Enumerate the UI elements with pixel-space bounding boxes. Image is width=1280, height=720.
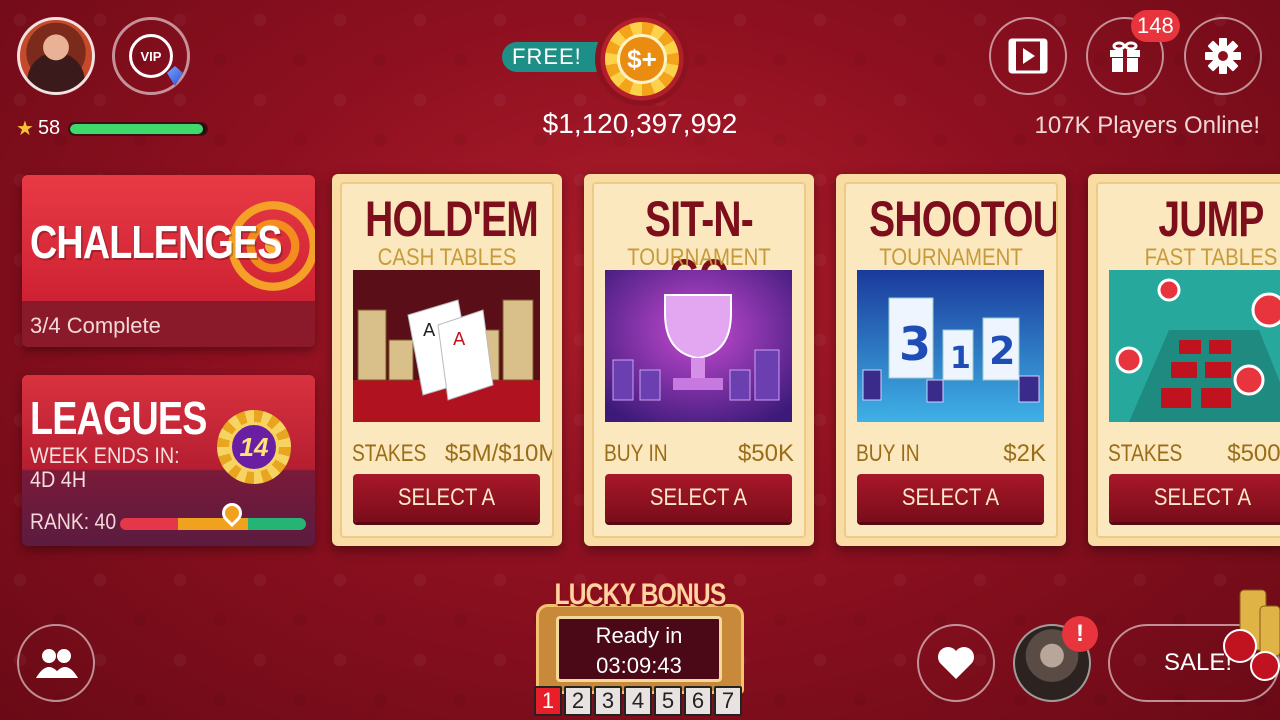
lucky-bonus-status: Ready in [595, 623, 683, 648]
game-stakes: STAKES $5M/$10M [352, 440, 552, 468]
challenges-progress: 3/4 Complete [30, 313, 161, 338]
game-stakes: BUY IN $50K [604, 440, 794, 468]
select-table-label: SELECT A TABLE [397, 484, 496, 536]
game-card-jump[interactable]: JUMP FAST TABLES STAKES $500/$1 SELEC [1088, 174, 1280, 546]
game-stakes: STAKES $500/$1 [1108, 440, 1280, 468]
stakes-value: $5M/$10M [444, 440, 554, 467]
game-title: SHOOTOUT [869, 191, 1058, 247]
select-table-label: SELECT A TABLE [901, 484, 1000, 536]
game-title: JUMP [1158, 191, 1264, 247]
buy-in-value: $50K [737, 440, 794, 467]
select-table-button-jump[interactable]: SELECT A TABLE [1109, 474, 1280, 536]
rank-progress-bar [120, 518, 306, 530]
rank-label: RANK: 40 [30, 509, 117, 534]
game-subtitle: TOURNAMENT [879, 244, 1023, 271]
league-badge-icon: 14 [202, 405, 306, 489]
buy-in-label: BUY IN [856, 440, 920, 467]
gear-icon [1205, 38, 1241, 74]
gem-icon [167, 66, 183, 86]
game-card-jump-inner: JUMP FAST TABLES STAKES $500/$1 SELEC [1096, 182, 1280, 538]
xp-progress-fill [70, 123, 204, 134]
league-badge-ring: 14 [217, 410, 291, 484]
leagues-card[interactable]: LEAGUES WEEK ENDS IN: 4D 4H 14 RANK: 40 [22, 375, 315, 546]
buy-in-label: BUY IN [604, 440, 668, 467]
lucky-bonus-day: 5 [654, 686, 682, 716]
game-stakes: BUY IN $2K [856, 440, 1046, 468]
week-ends-label: WEEK ENDS IN: [30, 443, 180, 468]
chips-stack-icon [1210, 586, 1280, 686]
players-online-text: 107K Players Online! [1034, 112, 1260, 139]
lucky-bonus-timer-display: Ready in 03:09:43 [556, 616, 722, 682]
shootout-image: 3 1 2 [857, 270, 1044, 422]
game-subtitle: TOURNAMENT [627, 244, 771, 271]
vip-button[interactable]: VIP [112, 17, 190, 95]
lucky-bonus-day: 6 [684, 686, 712, 716]
stakes-label: STAKES [1108, 440, 1183, 467]
holdem-image: A A [353, 270, 540, 422]
svg-text:A: A [453, 329, 466, 350]
rank-bar-demotion-zone [120, 518, 178, 530]
buy-in-value: $2K [1003, 440, 1046, 467]
coin-symbol: $+ [617, 34, 667, 84]
league-number: 14 [229, 422, 279, 472]
rank-2: 2 [989, 329, 1015, 373]
game-title: HOLD'EM [365, 191, 539, 247]
game-subtitle: CASH TABLES [377, 244, 517, 271]
level-number: 58 [37, 117, 61, 139]
star-icon: ★ [16, 118, 34, 140]
sit-n-go-image [605, 270, 792, 422]
heart-icon [938, 647, 974, 679]
coin-icon: $+ [605, 22, 679, 96]
chip-balance: $1,120,397,992 [542, 108, 738, 139]
lucky-bonus-days: 1 2 3 4 5 6 7 [534, 686, 742, 716]
video-reward-button[interactable] [989, 17, 1067, 95]
player-level: ★ 58 [16, 116, 209, 141]
challenges-card[interactable]: CHALLENGES 3/4 Complete [22, 175, 315, 347]
week-ends-value: 4D 4H [30, 467, 87, 492]
svg-text:A: A [423, 320, 436, 341]
vip-label: VIP [140, 48, 162, 64]
rank-1: 1 [950, 341, 971, 376]
lucky-bonus-day: 2 [564, 686, 592, 716]
game-card-holdem-inner: HOLD'EM CASH TABLES A A STAKES $5M/$10M … [340, 182, 554, 538]
stakes-label: STAKES [352, 440, 427, 467]
free-coins-button[interactable]: $+ [595, 12, 689, 106]
game-card-sit-n-go-inner: SIT-N-GO TOURNAMENT BUY IN [592, 182, 806, 538]
vip-badge-icon: VIP [129, 34, 173, 78]
challenges-title: CHALLENGES [30, 216, 282, 268]
player-avatar[interactable] [17, 17, 95, 95]
select-table-button-shootout[interactable]: SELECT A TABLE [857, 474, 1044, 536]
select-table-button-sit-n-go[interactable]: SELECT A TABLE [605, 474, 792, 536]
leagues-title: LEAGUES [30, 392, 207, 444]
select-table-button-holdem[interactable]: SELECT A TABLE [353, 474, 540, 536]
favorites-button[interactable] [917, 624, 995, 702]
lucky-bonus-day: 7 [714, 686, 742, 716]
lucky-bonus-title: LUCKY BONUS [554, 578, 727, 611]
gift-icon [1110, 41, 1140, 72]
select-table-label: SELECT A TABLE [649, 484, 748, 536]
gift-count-badge: 148 [1131, 10, 1180, 42]
alert-badge: ! [1062, 616, 1098, 652]
lucky-bonus-widget[interactable]: LUCKY BONUS Ready in 03:09:43 1 2 3 4 5 … [532, 578, 748, 720]
rank-bar-promotion-zone [248, 518, 306, 530]
game-card-shootout[interactable]: SHOOTOUT TOURNAMENT 3 1 2 [836, 174, 1066, 546]
video-reward-icon [1008, 38, 1048, 74]
stakes-value: $500/$1 [1227, 440, 1280, 467]
rank-3: 3 [899, 317, 931, 371]
game-subtitle: FAST TABLES [1144, 244, 1278, 271]
xp-progress-bar [68, 121, 209, 136]
lucky-bonus-day: 4 [624, 686, 652, 716]
settings-button[interactable] [1184, 17, 1262, 95]
select-table-label: SELECT A TABLE [1153, 484, 1252, 536]
game-card-shootout-inner: SHOOTOUT TOURNAMENT 3 1 2 [844, 182, 1058, 538]
game-card-holdem[interactable]: HOLD'EM CASH TABLES A A STAKES $5M/$10M … [332, 174, 562, 546]
game-card-sit-n-go[interactable]: SIT-N-GO TOURNAMENT BUY IN [584, 174, 814, 546]
lucky-bonus-day: 1 [534, 686, 562, 716]
jump-image [1109, 270, 1280, 422]
friends-button[interactable] [17, 624, 95, 702]
lucky-bonus-day: 3 [594, 686, 622, 716]
friends-icon [36, 649, 78, 678]
lucky-bonus-timer: 03:09:43 [596, 653, 682, 678]
